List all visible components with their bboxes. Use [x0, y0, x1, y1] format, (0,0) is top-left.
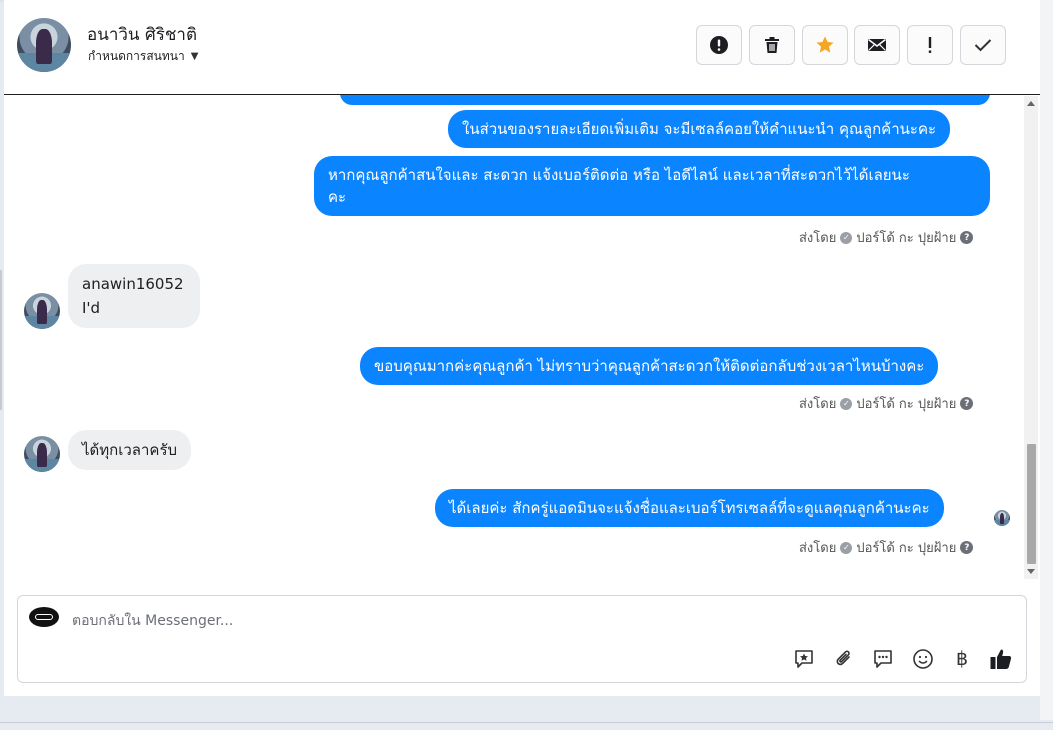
message-thread: ในส่วนของรายละเอียดเพิ่มเติม จะมีเซลล์คอ…	[4, 95, 1024, 585]
trash-icon	[765, 37, 779, 53]
contact-name[interactable]: อนาวิน ศิริชาติ	[87, 21, 197, 48]
scroll-down-arrow-icon[interactable]	[1027, 569, 1035, 574]
right-edge-strip	[1040, 0, 1053, 720]
sender-name[interactable]: ปอร์โด้ กะ ปุยฝ้าย	[856, 393, 956, 414]
message-bubble-outgoing[interactable]: หากคุณลูกค้าสนใจและ สะดวก แจ้งเบอร์ติดต่…	[314, 156, 990, 216]
message-bubble-outgoing[interactable]: ขอบคุณมากค่ะคุณลูกค้า ไม่ทราบว่าคุณลูกค้…	[360, 347, 939, 385]
seen-avatar-icon	[994, 510, 1010, 526]
saved-reply-icon[interactable]	[791, 646, 817, 672]
sent-by-label: ส่งโดย	[799, 397, 837, 412]
scrollbar-thumb[interactable]	[1027, 444, 1036, 564]
page-logo-icon	[29, 607, 59, 627]
message-text: ได้เลยค่ะ สักครู่แอดมินจะแจ้งชื่อและเบอร…	[449, 499, 930, 517]
baht-icon[interactable]: ฿	[949, 646, 975, 672]
message-text: หากคุณลูกค้าสนใจและ สะดวก แจ้งเบอร์ติดต่…	[328, 166, 910, 184]
message-bubble-incoming[interactable]: anawin16052 I'd	[68, 264, 200, 328]
chat-bubble-icon[interactable]	[870, 646, 896, 672]
star-button[interactable]	[802, 25, 848, 65]
check-circle-icon: ✓	[840, 231, 853, 244]
message-text: ได้ทุกเวลาครับ	[82, 441, 178, 459]
help-icon[interactable]: ?	[960, 541, 974, 554]
follow-up-button[interactable]	[907, 25, 953, 65]
scroll-up-arrow-icon[interactable]	[1027, 101, 1035, 106]
mark-unread-button[interactable]	[854, 25, 900, 65]
reply-input[interactable]	[72, 610, 772, 632]
help-icon[interactable]: ?	[960, 397, 974, 410]
contact-avatar-small[interactable]	[24, 293, 60, 329]
message-text: I'd	[82, 299, 101, 317]
sent-by-info: ส่งโดย ✓ ปอร์โด้ กะ ปุยฝ้าย ?	[799, 537, 974, 558]
sent-by-label: ส่งโดย	[799, 541, 837, 556]
assign-conversation-dropdown[interactable]: กำหนดการสนทนา ▼	[88, 47, 198, 66]
envelope-icon	[868, 38, 886, 51]
sent-by-info: ส่งโดย ✓ ปอร์โด้ กะ ปุยฝ้าย ?	[799, 393, 974, 414]
message-text: ขอบคุณมากค่ะคุณลูกค้า ไม่ทราบว่าคุณลูกค้…	[374, 357, 925, 375]
sent-by-label: ส่งโดย	[799, 231, 837, 246]
sender-name[interactable]: ปอร์โด้ กะ ปุยฝ้าย	[856, 227, 956, 248]
message-bubble-outgoing-partial[interactable]	[340, 95, 990, 105]
help-icon[interactable]: ?	[960, 231, 974, 244]
thumbs-up-icon[interactable]	[988, 646, 1014, 672]
reply-composer: ฿	[17, 595, 1027, 683]
left-resize-edge	[0, 270, 2, 410]
attachment-icon[interactable]	[831, 646, 857, 672]
check-circle-icon: ✓	[840, 541, 853, 554]
delete-button[interactable]	[749, 25, 795, 65]
sender-name[interactable]: ปอร์โด้ กะ ปุยฝ้าย	[856, 537, 956, 558]
spam-report-button[interactable]	[696, 25, 742, 65]
bottom-border	[0, 722, 1053, 723]
sent-by-info: ส่งโดย ✓ ปอร์โด้ กะ ปุยฝ้าย ?	[799, 227, 974, 248]
star-icon	[816, 36, 834, 53]
message-bubble-outgoing[interactable]: ในส่วนของรายละเอียดเพิ่มเติม จะมีเซลล์คอ…	[448, 110, 951, 148]
message-text: anawin16052	[82, 275, 184, 293]
check-circle-icon: ✓	[840, 397, 853, 410]
scrollbar[interactable]	[1024, 96, 1038, 579]
caret-down-icon: ▼	[190, 51, 199, 62]
exclamation-circle-icon	[710, 36, 728, 54]
contact-avatar[interactable]	[17, 18, 71, 72]
contact-avatar-small[interactable]	[24, 436, 60, 472]
emoji-icon[interactable]	[910, 646, 936, 672]
message-text: คะ	[328, 188, 347, 206]
message-bubble-outgoing[interactable]: ได้เลยค่ะ สักครู่แอดมินจะแจ้งชื่อและเบอร…	[435, 489, 944, 527]
message-text: ในส่วนของรายละเอียดเพิ่มเติม จะมีเซลล์คอ…	[462, 120, 937, 138]
check-icon	[974, 39, 992, 52]
message-bubble-incoming[interactable]: ได้ทุกเวลาครับ	[68, 430, 192, 470]
assign-conversation-label: กำหนดการสนทนา	[88, 49, 185, 63]
exclamation-icon	[928, 37, 932, 53]
mark-done-button[interactable]	[960, 25, 1006, 65]
